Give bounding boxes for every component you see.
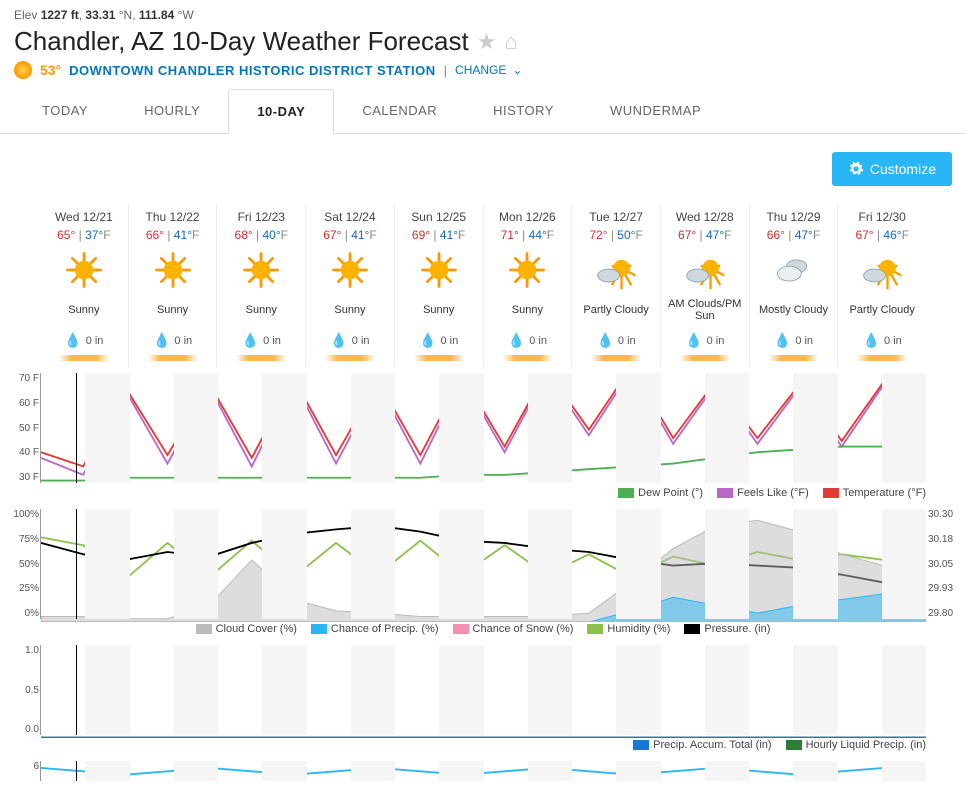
condition-text: Sunny (308, 298, 392, 322)
y-axis-wind: 6 (7, 761, 39, 781)
chevron-down-icon: ⌄ (512, 63, 522, 77)
pc-icon (860, 248, 904, 292)
station-link[interactable]: DOWNTOWN CHANDLER HISTORIC DISTRICT STAT… (69, 63, 435, 78)
raindrop-icon: 💧 (863, 332, 880, 349)
raindrop-icon: 💧 (330, 332, 347, 349)
current-temp: 53° (40, 62, 61, 78)
mc-icon (771, 248, 815, 292)
legend-item[interactable]: Pressure. (in) (684, 623, 770, 635)
tab-history[interactable]: HISTORY (465, 89, 582, 133)
day-date: Fri 12/23 (219, 210, 303, 224)
y-axis-temp: 70 F60 F50 F40 F30 F (7, 373, 39, 483)
legend-precip: Precip. Accum. Total (in) Hourly Liquid P… (40, 735, 926, 755)
sun-icon (505, 248, 549, 292)
legend-item[interactable]: Chance of Snow (%) (453, 623, 574, 635)
day-date: Sat 12/24 (308, 210, 392, 224)
legend-item[interactable]: Precip. Accum. Total (in) (633, 739, 771, 751)
raindrop-icon: 💧 (685, 332, 702, 349)
condition-text: Mostly Cloudy (752, 298, 836, 322)
sun-icon (417, 248, 461, 292)
condition-text: Partly Cloudy (840, 298, 924, 322)
tab-wundermap[interactable]: WUNDERMAP (582, 89, 729, 133)
day-date: Mon 12/26 (486, 210, 570, 224)
legend-item[interactable]: Chance of Precip. (%) (311, 623, 439, 635)
pc-icon (594, 248, 638, 292)
sun-icon (62, 248, 106, 292)
legend-item[interactable]: Temperature (°F) (823, 487, 926, 499)
day-column[interactable]: Mon 12/26 71° | 44°F Sunny 💧0 in (484, 204, 573, 367)
day-column[interactable]: Thu 12/22 66° | 41°F Sunny 💧0 in (129, 204, 218, 367)
legend-item[interactable]: Feels Like (°F) (717, 487, 809, 499)
pc-icon (683, 248, 727, 292)
legend-item[interactable]: Cloud Cover (%) (196, 623, 297, 635)
sun-icon (14, 61, 32, 79)
day-column[interactable]: Wed 12/21 65° | 37°F Sunny 💧0 in (40, 204, 129, 367)
forecast-row: Wed 12/21 65° | 37°F Sunny 💧0 in Thu 12/… (40, 204, 926, 367)
legend-item[interactable]: Hourly Liquid Precip. (in) (786, 739, 926, 751)
day-column[interactable]: Sat 12/24 67° | 41°F Sunny 💧0 in (306, 204, 395, 367)
raindrop-icon: 💧 (153, 332, 170, 349)
raindrop-icon: 💧 (596, 332, 613, 349)
condition-text: Sunny (397, 298, 481, 322)
raindrop-icon: 💧 (774, 332, 791, 349)
y-axis-pressure: 30.3030.1830.0529.9329.80 (928, 509, 964, 619)
favorite-star-icon[interactable]: ★ (477, 29, 497, 55)
y-axis-humidity: 100%75%50%25%0% (7, 509, 39, 619)
change-station-link[interactable]: CHANGE ⌄ (455, 63, 522, 77)
raindrop-icon: 💧 (242, 332, 259, 349)
day-date: Tue 12/27 (574, 210, 658, 224)
condition-text: Partly Cloudy (574, 298, 658, 322)
day-column[interactable]: Tue 12/27 72° | 50°F Partly Cloudy 💧0 in (572, 204, 661, 367)
condition-text: Sunny (131, 298, 215, 322)
raindrop-icon: 💧 (508, 332, 525, 349)
condition-text: Sunny (486, 298, 570, 322)
tab-today[interactable]: TODAY (14, 89, 116, 133)
day-date: Sun 12/25 (397, 210, 481, 224)
day-column[interactable]: Fri 12/23 68° | 40°F Sunny 💧0 in (217, 204, 306, 367)
y-axis-precip: 1.00.50.0 (7, 645, 39, 735)
day-column[interactable]: Sun 12/25 69° | 41°F Sunny 💧0 in (395, 204, 484, 367)
page-title: Chandler, AZ 10-Day Weather Forecast (14, 26, 469, 57)
raindrop-icon: 💧 (419, 332, 436, 349)
day-column[interactable]: Wed 12/28 67° | 47°F AM Clouds/PM Sun 💧0… (661, 204, 750, 367)
day-date: Fri 12/30 (840, 210, 924, 224)
home-icon[interactable]: ⌂ (504, 29, 517, 55)
condition-text: Sunny (42, 298, 126, 322)
legend-item[interactable]: Dew Point (°) (618, 487, 703, 499)
tab-calendar[interactable]: CALENDAR (334, 89, 465, 133)
raindrop-icon: 💧 (64, 332, 81, 349)
tab-10-day[interactable]: 10-DAY (228, 89, 334, 134)
tab-bar: TODAYHOURLY10-DAYCALENDARHISTORYWUNDERMA… (0, 89, 966, 134)
day-column[interactable]: Fri 12/30 67° | 46°F Partly Cloudy 💧0 in (838, 204, 926, 367)
sun-icon (151, 248, 195, 292)
sun-icon (239, 248, 283, 292)
condition-text: AM Clouds/PM Sun (663, 298, 747, 322)
gear-icon (848, 161, 864, 177)
customize-button[interactable]: Customize (832, 152, 952, 186)
day-column[interactable]: Thu 12/29 66° | 47°F Mostly Cloudy 💧0 in (750, 204, 839, 367)
location-meta: Elev 1227 ft, 33.31 °N, 111.84 °W (0, 0, 966, 26)
tab-hourly[interactable]: HOURLY (116, 89, 228, 133)
condition-text: Sunny (219, 298, 303, 322)
day-date: Thu 12/22 (131, 210, 215, 224)
day-date: Wed 12/21 (42, 210, 126, 224)
day-date: Thu 12/29 (752, 210, 836, 224)
day-date: Wed 12/28 (663, 210, 747, 224)
legend-item[interactable]: Humidity (%) (587, 623, 670, 635)
now-marker (76, 373, 77, 483)
sun-icon (328, 248, 372, 292)
